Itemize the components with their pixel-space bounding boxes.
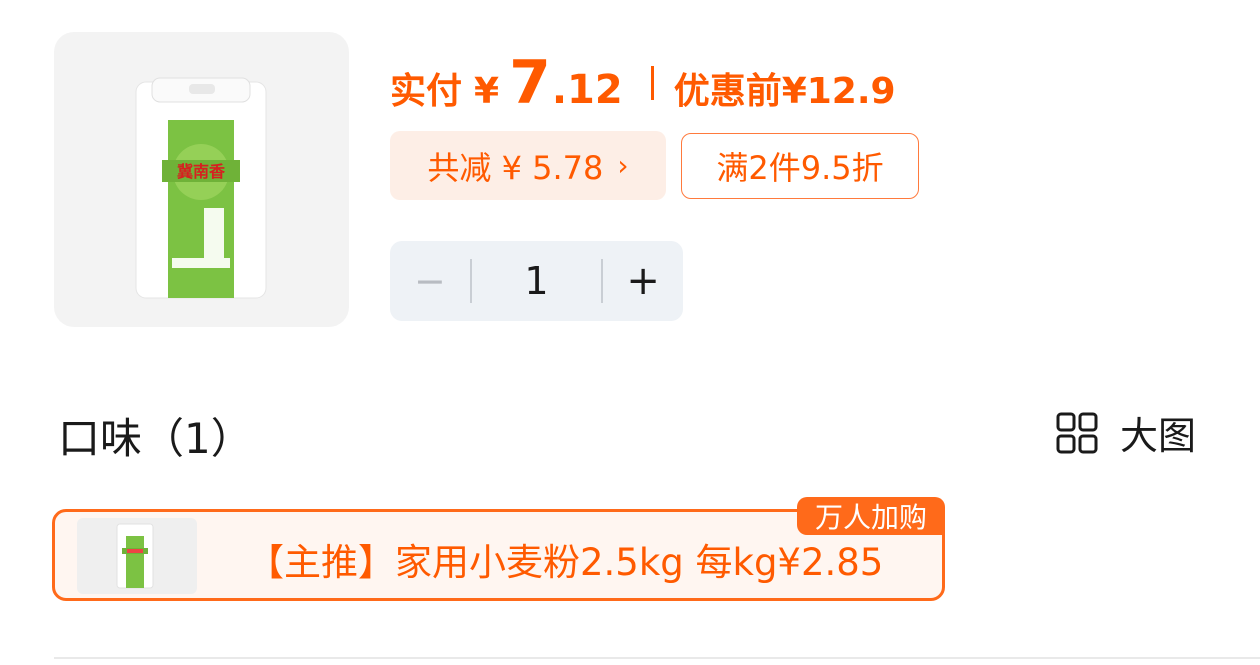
option-label: 【主推】家用小麦粉2.5kg 每kg¥2.85 [247,541,884,584]
grid-view-icon [1056,412,1098,453]
flavor-section-title: 口味（1） [58,414,253,463]
total-discount-button[interactable]: 共减 ¥ 5.78 › [390,131,666,200]
quantity-stepper[interactable]: − 1 + [390,241,683,321]
flour-bag-illustration: 冀南香 [135,77,267,299]
minus-icon: − [413,259,446,303]
decrease-button[interactable]: − [390,241,470,321]
increase-button[interactable]: + [603,241,683,321]
promo-label: 满2件9.5折 [716,149,884,187]
paid-price-decimal: .12 [551,67,623,113]
currency-symbol: ¥ [474,71,500,112]
quantity-value[interactable]: 1 [472,259,602,303]
big-view-toggle[interactable]: 大图 [1056,405,1196,460]
paid-label: 实付 [390,71,463,112]
original-price: ¥12.9 [781,71,896,112]
bottom-divider [54,657,1260,659]
promo-tag[interactable]: 满2件9.5折 [681,133,919,199]
paid-price-integer: 7 [509,48,552,118]
popular-badge: 万人加购 [797,497,945,535]
product-image[interactable]: 冀南香 [54,32,349,327]
price-row: 实付 ¥ 7 .12 优惠前 ¥12.9 [390,48,896,118]
price-separator [650,66,654,100]
big-view-label: 大图 [1120,414,1197,458]
option-thumbnail [77,518,197,594]
total-discount-label: 共减 ¥ 5.78 [427,148,604,187]
flavor-option-selected[interactable]: 【主推】家用小麦粉2.5kg 每kg¥2.85 万人加购 [52,497,945,601]
chevron-right-icon: › [617,149,629,182]
original-price-label: 优惠前 [673,71,782,112]
brand-text: 冀南香 [177,162,226,181]
plus-icon: + [626,258,660,304]
